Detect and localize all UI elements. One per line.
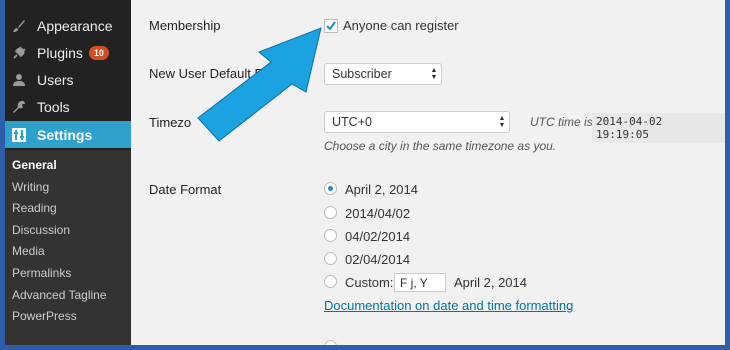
callout-arrow [197, 27, 322, 142]
admin-frame: Appearance Plugins 10 Users Tools Settin… [5, 0, 725, 345]
callout-arrow-shape [197, 27, 322, 142]
